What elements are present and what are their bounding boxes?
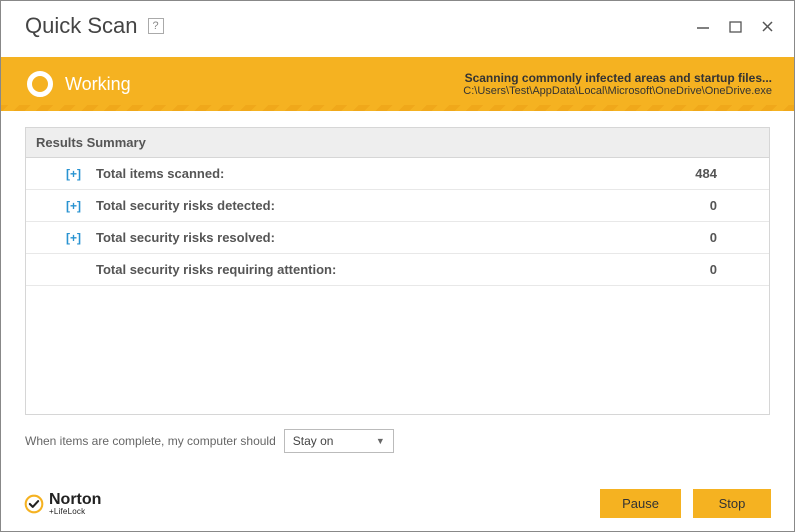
status-message: Scanning commonly infected areas and sta…	[463, 71, 772, 85]
status-state: Working	[65, 74, 131, 95]
status-band: Working Scanning commonly infected areas…	[1, 57, 794, 111]
completion-prompt: When items are complete, my computer sho…	[25, 434, 276, 448]
status-left: Working	[27, 71, 131, 97]
completion-selected: Stay on	[293, 434, 334, 448]
row-value: 484	[695, 166, 757, 181]
completion-row: When items are complete, my computer sho…	[1, 415, 794, 453]
row-value: 0	[710, 198, 757, 213]
expand-toggle[interactable]: [+]	[66, 167, 88, 181]
row-value: 0	[710, 262, 757, 277]
row-label: Total items scanned:	[96, 166, 695, 181]
expand-toggle[interactable]: [+]	[66, 199, 88, 213]
row-value: 0	[710, 230, 757, 245]
expand-toggle[interactable]: [+]	[66, 231, 88, 245]
title-left: Quick Scan ?	[25, 13, 164, 39]
brand-text: Norton +LifeLock	[49, 492, 101, 516]
footer-buttons: Pause Stop	[600, 489, 771, 518]
norton-check-icon	[24, 494, 44, 514]
stop-button[interactable]: Stop	[693, 489, 771, 518]
pause-button[interactable]: Pause	[600, 489, 681, 518]
spinner-icon	[27, 71, 53, 97]
brand-name: Norton	[49, 492, 101, 508]
result-row-scanned: [+] Total items scanned: 484	[26, 158, 769, 190]
results-header: Results Summary	[26, 128, 769, 158]
maximize-button[interactable]	[726, 17, 744, 35]
minimize-button[interactable]	[694, 17, 712, 35]
close-button[interactable]	[758, 17, 776, 35]
footer: Norton +LifeLock Pause Stop	[0, 479, 795, 532]
window-title: Quick Scan	[25, 13, 138, 39]
row-label: Total security risks resolved:	[96, 230, 710, 245]
completion-select[interactable]: Stay on ▼	[284, 429, 394, 453]
titlebar: Quick Scan ?	[1, 1, 794, 57]
chevron-down-icon: ▼	[376, 436, 385, 446]
brand-logo: Norton +LifeLock	[24, 492, 101, 516]
brand-sub: +LifeLock	[49, 508, 101, 516]
status-right: Scanning commonly infected areas and sta…	[463, 71, 772, 97]
results-panel: Results Summary [+] Total items scanned:…	[25, 127, 770, 415]
row-label: Total security risks requiring attention…	[96, 262, 710, 277]
result-row-attention: Total security risks requiring attention…	[26, 254, 769, 286]
help-button[interactable]: ?	[148, 18, 164, 34]
window-controls	[694, 17, 776, 35]
content: Results Summary [+] Total items scanned:…	[1, 111, 794, 415]
result-row-resolved: [+] Total security risks resolved: 0	[26, 222, 769, 254]
status-path: C:\Users\Test\AppData\Local\Microsoft\On…	[463, 85, 772, 97]
row-label: Total security risks detected:	[96, 198, 710, 213]
result-row-detected: [+] Total security risks detected: 0	[26, 190, 769, 222]
